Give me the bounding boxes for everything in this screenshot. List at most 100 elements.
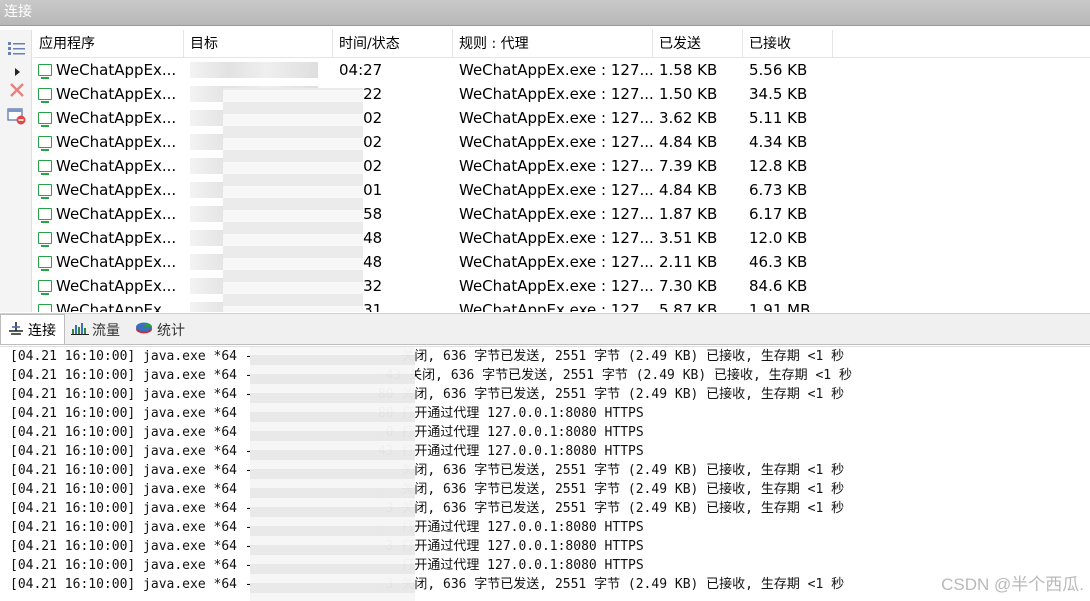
table-row[interactable]: WeChatAppEx...03:31WeChatAppEx.exe : 127… [33,298,1090,312]
app-name: WeChatAppEx... [56,157,177,175]
side-toolbar [0,30,32,312]
traffic-chart-icon [71,321,89,339]
column-header-target[interactable]: 目标 [184,30,333,58]
cell-app: WeChatAppEx... [33,58,184,82]
log-line: [04.21 16:10:00] java.exe *64 - 打开通过代理 1… [10,558,644,573]
cell-app: WeChatAppEx... [33,250,184,274]
app-name: WeChatAppEx... [56,205,177,223]
app-name: WeChatAppEx... [56,109,177,127]
application-window-icon [38,88,52,103]
application-window-icon [38,280,52,295]
cell-recv: 5.11 KB [749,109,808,127]
column-header-rule[interactable]: 规则 : 代理 [453,30,653,58]
cell-rule: WeChatAppEx.exe : 127... [459,133,653,151]
cell-app: WeChatAppEx... [33,298,184,312]
cell-target [184,58,333,82]
table-row[interactable]: WeChatAppEx...04:02WeChatAppEx.exe : 127… [33,154,1090,178]
cell-recv: 4.34 KB [749,133,808,151]
cell-app: WeChatAppEx... [33,178,184,202]
tab-statistics-label: 统计 [157,323,185,339]
table-row[interactable]: WeChatAppEx...03:48WeChatAppEx.exe : 127… [33,250,1090,274]
app-name: WeChatAppEx... [56,253,177,271]
table-body: WeChatAppEx... 04:27 WeChatAppEx.exe : 127… [33,58,1090,312]
disconnect-icon[interactable] [6,106,28,126]
tab-connections[interactable]: 连接 [0,314,65,344]
delete-x-icon[interactable] [6,80,28,100]
cell-recv: 34.5 KB [749,85,808,103]
cell-sent: 5.87 KB [659,301,718,312]
cell-recv: 5.56 KB [749,61,808,79]
table-row[interactable]: WeChatAppEx...04:02WeChatAppEx.exe : 127… [33,106,1090,130]
tab-connections-label: 连接 [28,322,56,339]
table-row[interactable]: WeChatAppEx... 04:27 WeChatAppEx.exe : 127… [33,58,1090,82]
log-line: [04.21 16:10:00] java.exe *64 - 关闭, 636 … [10,463,845,478]
log-panel[interactable]: [04.21 16:10:00] java.exe *64 - 关闭, 636 … [0,346,1090,601]
cell-recv: 12.8 KB [749,157,808,175]
cell-rule: WeChatAppEx.exe : 127... [459,109,653,127]
cell-rule: WeChatAppEx.exe : 127... [459,253,653,271]
watermark: CSDN @半个西瓜. [941,575,1084,594]
cell-recv: 6.73 KB [749,181,808,199]
table-row[interactable]: WeChatAppEx...03:48WeChatAppEx.exe : 127… [33,226,1090,250]
list-view-icon[interactable] [6,38,28,58]
table-row[interactable]: WeChatAppEx...04:22WeChatAppEx.exe : 127… [33,82,1090,106]
app-name: WeChatAppEx... [56,277,177,295]
application-window-icon [38,304,52,312]
application-window-icon [38,256,52,271]
redacted-target-area [223,88,363,312]
window-title: 连接 [4,4,32,20]
statistics-icon [134,321,154,339]
log-line: [04.21 16:10:00] java.exe *64 - 关闭, 636 … [10,349,845,364]
cell-app: WeChatAppEx... [33,226,184,250]
connections-table: 应用程序 目标 时间/状态 规则 : 代理 已发送 已接收 WeChatAppE… [33,30,1090,312]
cell-rule: WeChatAppEx.exe : 127... [459,277,653,295]
cell-sent: 4.84 KB [659,133,718,151]
log-line: [04.21 16:10:00] java.exe *64 - 3 关闭, 63… [10,501,845,516]
cell-rule: WeChatAppEx.exe : 127... [459,301,653,312]
table-row[interactable]: WeChatAppEx...03:58WeChatAppEx.exe : 127… [33,202,1090,226]
column-header-recv[interactable]: 已接收 [743,30,833,58]
log-line: [04.21 16:10:00] java.exe *64 关闭, 636 字节… [10,482,845,497]
table-row[interactable]: WeChatAppEx...04:01WeChatAppEx.exe : 127… [33,178,1090,202]
cell-rule: WeChatAppEx.exe : 127... [459,181,653,199]
cell-app: WeChatAppEx... [33,154,184,178]
log-line: [04.21 16:10:00] java.exe *64 0 打开通过代理 1… [10,425,644,440]
table-row[interactable]: WeChatAppEx...03:32WeChatAppEx.exe : 127… [33,274,1090,298]
column-header-time[interactable]: 时间/状态 [333,30,453,58]
cell-sent: 4.84 KB [659,181,718,199]
expand-arrow-icon[interactable] [6,62,28,82]
cell-rule: WeChatAppEx.exe : 127... [459,61,653,79]
application-window-icon [38,112,52,127]
cell-app: WeChatAppEx... [33,202,184,226]
cell-rule: WeChatAppEx.exe : 127... [459,157,653,175]
redacted-target [190,62,318,78]
log-line: [04.21 16:10:00] java.exe *64 - 3 关闭, 63… [10,577,845,592]
app-name: WeChatAppEx... [56,85,177,103]
application-window-icon [38,232,52,247]
app-name: WeChatAppEx... [56,181,177,199]
cell-rule: WeChatAppEx.exe : 127... [459,229,653,247]
app-name: WeChatAppEx... [56,301,177,312]
application-window-icon [38,184,52,199]
column-header-sent[interactable]: 已发送 [653,30,743,58]
tab-statistics[interactable]: 统计 [128,316,193,344]
cell-time: 04:27 [339,61,383,79]
application-window-icon [38,208,52,223]
log-lines: [04.21 16:10:00] java.exe *64 - 关闭, 636 … [0,347,1090,594]
cell-sent: 3.62 KB [659,109,718,127]
redacted-log-area [250,347,415,601]
tab-traffic[interactable]: 流量 [65,316,128,344]
cell-sent: 1.50 KB [659,85,718,103]
tab-traffic-label: 流量 [92,323,120,339]
cell-sent: 7.39 KB [659,157,718,175]
application-window-icon [38,136,52,151]
cell-app: WeChatAppEx... [33,130,184,154]
connection-icon [7,321,25,339]
cell-sent: 3.51 KB [659,229,718,247]
column-header-filler [833,30,1090,58]
cell-app: WeChatAppEx... [33,106,184,130]
cell-sent: 7.30 KB [659,277,718,295]
table-row[interactable]: WeChatAppEx...04:02WeChatAppEx.exe : 127… [33,130,1090,154]
table-header: 应用程序 目标 时间/状态 规则 : 代理 已发送 已接收 [33,30,1090,58]
column-header-app[interactable]: 应用程序 [33,30,184,58]
